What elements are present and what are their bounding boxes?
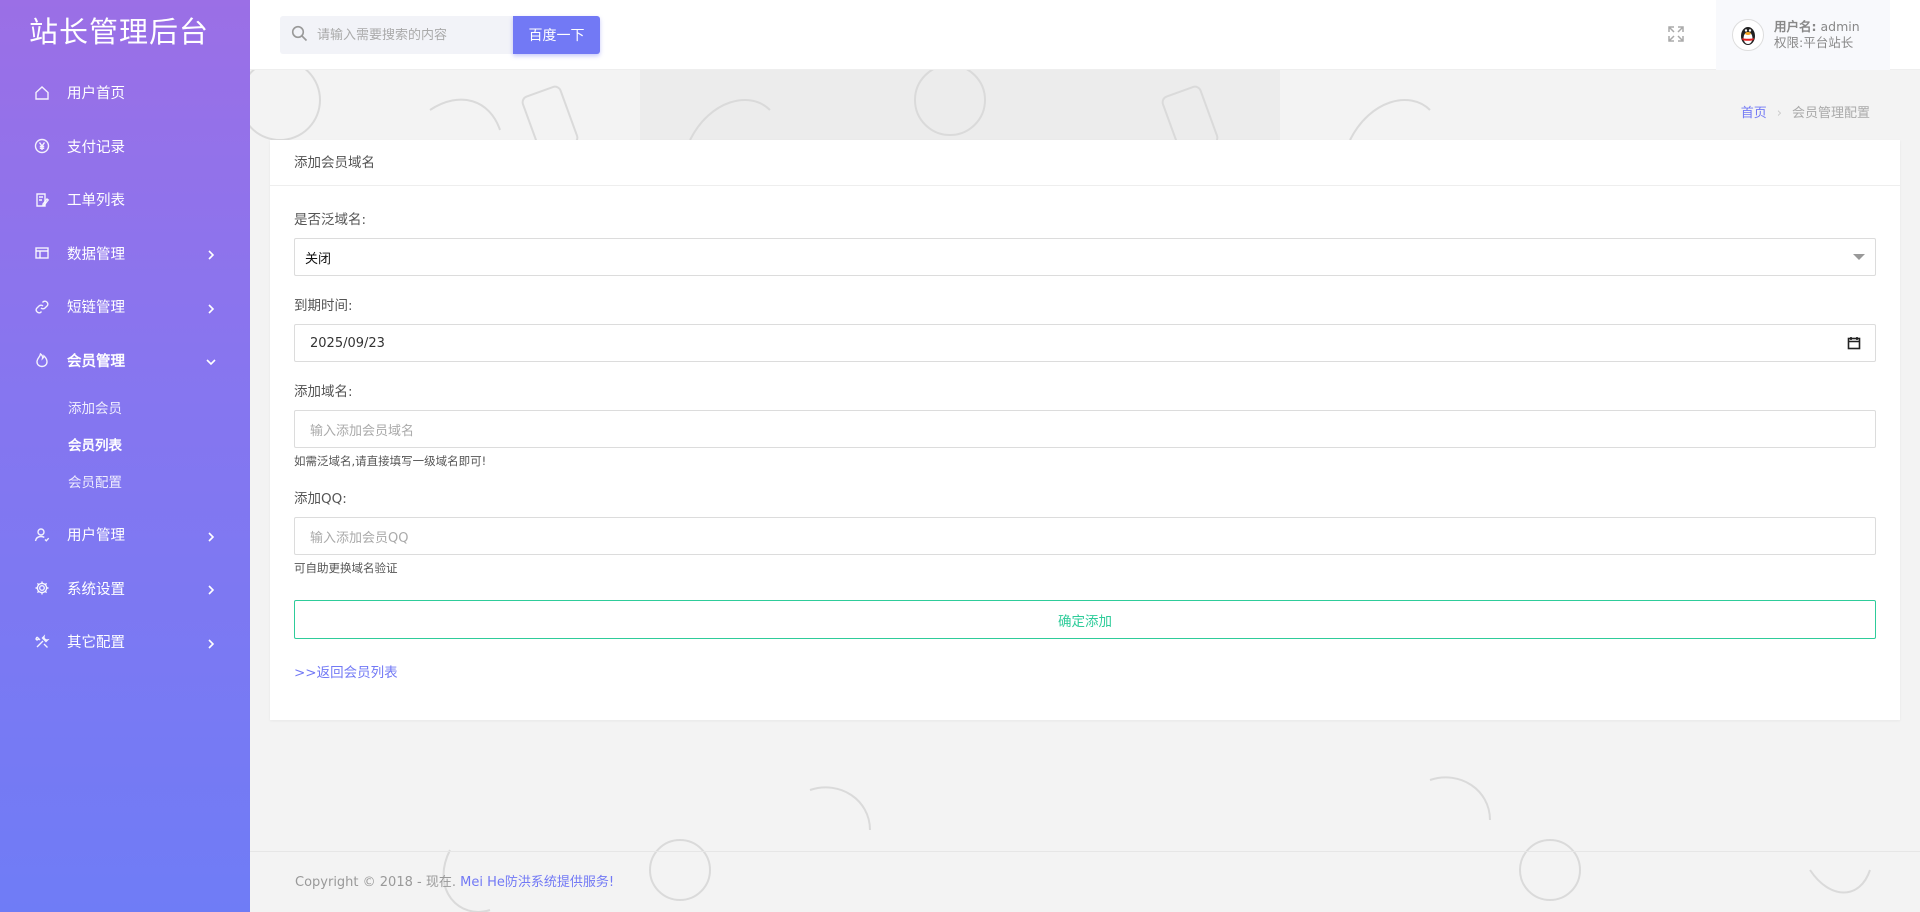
brand-title: 站长管理后台 — [29, 15, 210, 49]
search-box — [280, 16, 513, 54]
chevron-right-icon — [206, 248, 216, 260]
footer-provider-link[interactable]: Mei He防洪系统提供服务! — [460, 875, 614, 890]
sidebar-item-settings[interactable]: 系统设置 — [0, 562, 250, 616]
top-header: 百度一下 用户名: admin 权限:平台站长 — [250, 0, 1920, 70]
wildcard-label: 是否泛域名: — [294, 212, 367, 228]
subnav-item-member-config[interactable]: 会员配置 — [0, 465, 250, 502]
username-label: 用户名: — [1774, 19, 1817, 34]
link-icon — [34, 299, 50, 315]
fullscreen-icon[interactable] — [1666, 24, 1686, 44]
qq-help-text: 可自助更换域名验证 — [294, 561, 398, 575]
back-to-member-list-link[interactable]: >>返回会员列表 — [294, 661, 398, 681]
sidebar-item-label: 支付记录 — [67, 139, 125, 156]
caret-down-icon — [1853, 254, 1865, 260]
wildcard-group: 是否泛域名: 关闭 — [294, 208, 1876, 276]
domain-label: 添加域名: — [294, 384, 353, 400]
breadcrumb: 首页 › 会员管理配置 — [1741, 102, 1870, 121]
yen-icon — [34, 138, 50, 154]
breadcrumb-current: 会员管理配置 — [1791, 106, 1870, 121]
domain-help-text: 如需泛域名,请直接填写一级域名即可! — [294, 454, 487, 468]
search-button[interactable]: 百度一下 — [513, 16, 600, 54]
home-icon — [34, 85, 50, 101]
wildcard-selected-value: 关闭 — [305, 251, 332, 267]
footer: Copyright © 2018 - 现在. Mei He防洪系统提供服务! — [250, 851, 1920, 912]
tools-icon — [34, 634, 50, 650]
user-menu[interactable]: 用户名: admin 权限:平台站长 — [1716, 0, 1890, 70]
sidebar-item-label: 数据管理 — [67, 246, 125, 263]
avatar — [1732, 19, 1764, 51]
form-body: 是否泛域名: 关闭 到期时间: 2025/09/23 添加域名: 输入添加会员域… — [270, 186, 1900, 681]
chevron-down-icon — [206, 355, 216, 366]
ticket-icon — [34, 192, 50, 208]
search-icon — [291, 25, 308, 46]
sidebar-item-data[interactable]: 数据管理 — [0, 227, 250, 281]
wildcard-select[interactable]: 关闭 — [294, 238, 1876, 276]
sidebar-item-label: 用户管理 — [67, 528, 125, 545]
add-member-domain-panel: 添加会员域名 是否泛域名: 关闭 到期时间: 2025/09/23 添加域名: … — [270, 140, 1900, 720]
username-value: admin — [1820, 19, 1860, 34]
role-label: 权限: — [1774, 35, 1804, 50]
sidebar-item-label: 短链管理 — [67, 300, 125, 317]
sidebar-item-users[interactable]: 用户管理 — [0, 508, 250, 562]
sidebar-item-members[interactable]: 会员管理 — [0, 334, 250, 388]
chevron-right-icon — [206, 530, 216, 542]
breadcrumb-home-link[interactable]: 首页 — [1741, 106, 1767, 121]
database-icon — [34, 245, 50, 261]
sidebar-item-label: 会员管理 — [67, 353, 125, 370]
qq-placeholder: 输入添加会员QQ — [310, 530, 409, 546]
sidebar-item-label: 工单列表 — [67, 193, 125, 210]
expire-date-value: 2025/09/23 — [310, 335, 385, 351]
footer-copyright: Copyright © 2018 - 现在. — [295, 875, 456, 890]
sidebar-item-other[interactable]: 其它配置 — [0, 615, 250, 669]
domain-placeholder: 输入添加会员域名 — [310, 423, 415, 439]
penguin-avatar-icon — [1741, 27, 1755, 45]
chevron-right-icon — [206, 583, 216, 595]
fire-icon — [34, 352, 50, 368]
domain-input[interactable]: 输入添加会员域名 — [294, 410, 1876, 448]
chevron-right-icon — [206, 302, 216, 314]
user-info: 用户名: admin 权限:平台站长 — [1774, 19, 1860, 51]
qq-group: 添加QQ: 输入添加会员QQ 可自助更换域名验证 — [294, 487, 1876, 576]
expire-label: 到期时间: — [294, 298, 353, 314]
sidebar-item-label: 系统设置 — [67, 581, 125, 598]
sidebar-item-label: 其它配置 — [67, 635, 125, 652]
subnav-item-add-member[interactable]: 添加会员 — [0, 391, 250, 428]
main-content: 首页 › 会员管理配置 添加会员域名 是否泛域名: 关闭 到期时间: 2025/09… — [250, 70, 1920, 912]
sidebar-item-label: 用户首页 — [67, 86, 125, 103]
sidebar: 站长管理后台 用户首页 支付记录 工单列表 数据管理 短链管理 会员管理 添加会… — [0, 0, 250, 912]
role-value: 平台站长 — [1803, 35, 1854, 50]
subnav-item-member-list[interactable]: 会员列表 — [0, 428, 250, 465]
chevron-right-icon — [206, 637, 216, 649]
expire-group: 到期时间: 2025/09/23 — [294, 294, 1876, 362]
search-input[interactable] — [317, 27, 507, 43]
sidebar-nav: 用户首页 支付记录 工单列表 数据管理 短链管理 会员管理 添加会员 会员列表 … — [0, 66, 250, 669]
qq-label: 添加QQ: — [294, 491, 347, 507]
sidebar-item-shortlinks[interactable]: 短链管理 — [0, 280, 250, 334]
domain-group: 添加域名: 输入添加会员域名 如需泛域名,请直接填写一级域名即可! — [294, 380, 1876, 469]
sidebar-item-tickets[interactable]: 工单列表 — [0, 173, 250, 227]
sidebar-item-payments[interactable]: 支付记录 — [0, 120, 250, 174]
breadcrumb-separator-icon: › — [1776, 106, 1782, 121]
calendar-icon[interactable] — [1847, 336, 1861, 350]
confirm-add-button[interactable]: 确定添加 — [294, 600, 1876, 639]
user-icon — [34, 527, 50, 543]
qq-input[interactable]: 输入添加会员QQ — [294, 517, 1876, 555]
panel-title: 添加会员域名 — [270, 140, 1900, 186]
expire-date-input[interactable]: 2025/09/23 — [294, 324, 1876, 362]
sidebar-item-home[interactable]: 用户首页 — [0, 66, 250, 120]
search-bar: 百度一下 — [280, 16, 600, 54]
gear-icon — [34, 580, 50, 596]
member-subnav: 添加会员 会员列表 会员配置 — [0, 387, 250, 508]
